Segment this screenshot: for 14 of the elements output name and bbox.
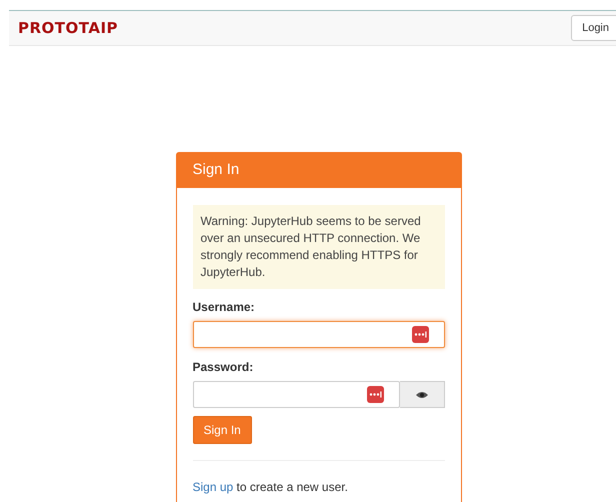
logo[interactable]: PROTOTAIP (18, 16, 118, 40)
eye-icon (416, 390, 428, 398)
password-field[interactable] (192, 381, 400, 408)
login-button[interactable]: Login (571, 15, 616, 41)
panel-header: Sign In (176, 153, 460, 188)
show-password-button[interactable] (400, 381, 444, 408)
username-field[interactable] (192, 321, 444, 348)
signup-link[interactable]: Sign up (192, 480, 234, 494)
password-manager-icon[interactable] (366, 386, 384, 403)
signup-text: Sign up to create a new user. (192, 479, 349, 496)
field-label: Username: (192, 299, 256, 316)
field-label: Password: (192, 359, 254, 376)
password-manager-icon[interactable] (412, 326, 428, 343)
warning-message: Warning: JupyterHub seems to be served over an unsecured HTTP connection. We strongly recommend enabling HTTPS for JupyterHub. (192, 205, 444, 289)
